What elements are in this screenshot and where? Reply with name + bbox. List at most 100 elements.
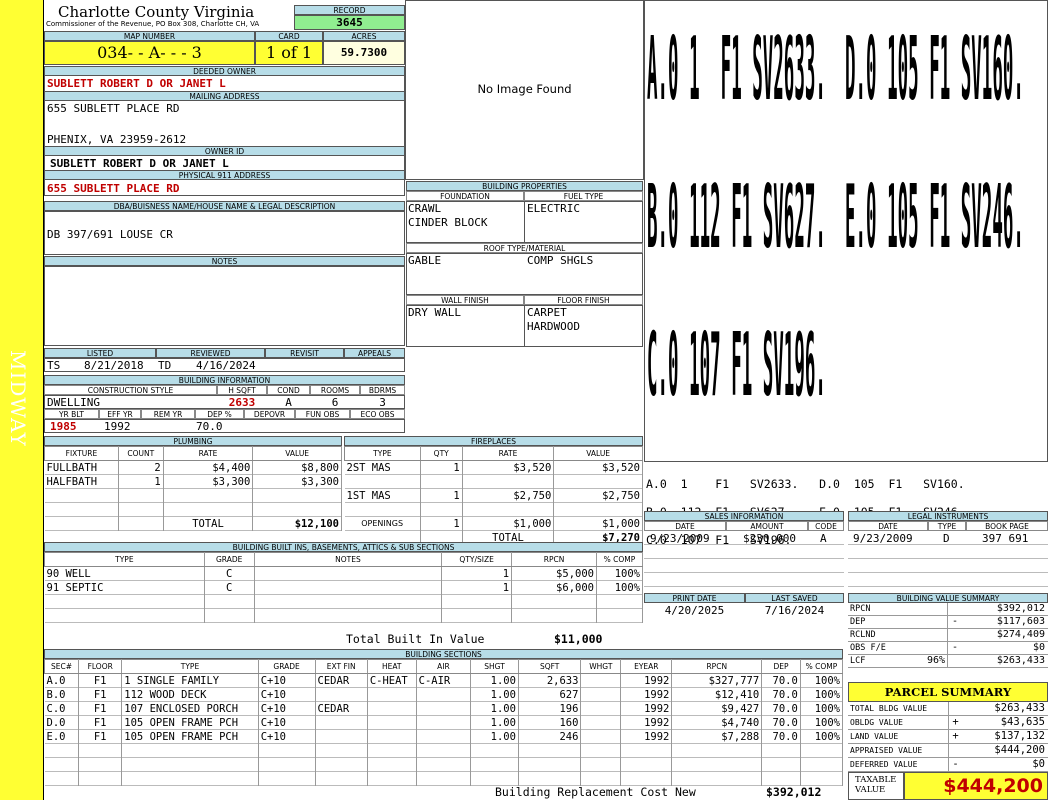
sketch-label: D.0 105 F1 SV160. bbox=[845, 17, 1024, 120]
cell bbox=[44, 502, 119, 517]
notes-box bbox=[44, 266, 405, 346]
cell: A.0 bbox=[646, 477, 667, 491]
legal-instruments-header: LEGAL INSTRUMENTS bbox=[848, 511, 1048, 521]
funobs-header: FUN OBS bbox=[295, 409, 350, 419]
cell: C-AIR bbox=[416, 673, 472, 688]
cell: QTY bbox=[419, 446, 463, 461]
acres-header: ACRES bbox=[323, 31, 405, 41]
table-row bbox=[344, 502, 643, 517]
divider bbox=[524, 201, 525, 243]
listed-header: LISTED bbox=[44, 348, 156, 358]
district-label: MIDWAY bbox=[6, 350, 30, 447]
cell: $263,433 bbox=[996, 655, 1045, 666]
cell bbox=[163, 502, 254, 517]
parcel-summary-row: DEFERRED VALUE - $0 bbox=[848, 758, 1048, 772]
cell: $5,000 bbox=[511, 566, 597, 581]
cell bbox=[580, 673, 622, 688]
table-row: C.0 F1 107 ENCLOSED PORCH C+10 CEDAR 1.00 196 1… bbox=[44, 701, 844, 716]
divider bbox=[524, 305, 525, 347]
cell bbox=[118, 488, 164, 503]
roof-box bbox=[406, 253, 643, 295]
table-row: OPENINGS 1 $1,000 $1,000 bbox=[344, 516, 643, 531]
cell: 1992 bbox=[620, 687, 673, 702]
cell bbox=[948, 603, 962, 615]
table-row bbox=[44, 488, 342, 503]
map-number: 034- - A- - - 3 bbox=[44, 41, 255, 65]
bdrms-header: BDRMS bbox=[360, 385, 405, 395]
floor-finish-2: HARDWOOD bbox=[527, 320, 580, 333]
cell bbox=[948, 702, 962, 715]
cell: TYPE bbox=[344, 446, 421, 461]
cell: 1ST MAS bbox=[344, 488, 421, 503]
cell bbox=[163, 488, 254, 503]
legal-type-col: TYPE bbox=[928, 521, 966, 531]
sales-date-col: DATE bbox=[644, 521, 726, 531]
cell: FULLBATH bbox=[44, 460, 119, 475]
cell: 1.00 bbox=[470, 687, 519, 702]
appeals-header: APPEALS bbox=[344, 348, 405, 358]
cell: $392,012 bbox=[996, 603, 1045, 614]
cell bbox=[416, 729, 472, 744]
fuel-type-header: FUEL TYPE bbox=[524, 191, 643, 201]
cell: C.0 bbox=[44, 701, 80, 716]
value-summary-row: OBS F/E - $0 bbox=[848, 642, 1048, 655]
cell: 105 OPEN FRAME PCH bbox=[121, 729, 259, 744]
cell: 160 bbox=[518, 715, 582, 730]
cell: RPCN bbox=[671, 659, 763, 674]
cell: 70.0 bbox=[761, 715, 801, 730]
cell: C-HEAT bbox=[367, 673, 417, 688]
cell: TOTAL BLDG VALUE bbox=[850, 704, 928, 713]
card-header: CARD bbox=[255, 31, 323, 41]
cell: 1 bbox=[420, 516, 463, 531]
no-image-text: No Image Found bbox=[477, 82, 572, 96]
cell: 1.00 bbox=[470, 673, 519, 688]
building-info-row-2 bbox=[44, 419, 405, 433]
value-summary-row: RCLND $274,409 bbox=[848, 629, 1048, 642]
legal-description: DB 397/691 LOUSE CR bbox=[47, 228, 173, 241]
cell: GRADE bbox=[257, 659, 316, 674]
floor-finish-1: CARPET bbox=[527, 306, 567, 319]
remyr-header: REM YR bbox=[141, 409, 195, 419]
table-row: 2ST MAS 1 $3,520 $3,520 bbox=[344, 460, 643, 475]
taxable-value-label: TAXABLE VALUE bbox=[848, 772, 904, 800]
table-row: A.0 F1 1 SINGLE FAMILY C+10 CEDAR C-HEAT C-AIR… bbox=[44, 673, 844, 688]
cell bbox=[252, 502, 342, 517]
cell: COUNT bbox=[117, 446, 164, 461]
notes-header: NOTES bbox=[44, 256, 405, 266]
cond-header: COND bbox=[267, 385, 310, 395]
depovr-header: DEPOVR bbox=[244, 409, 295, 419]
table-row: E.0 F1 105 OPEN FRAME PCH C+10 1.00 246 1992 $7… bbox=[44, 729, 844, 744]
cell: VALUE bbox=[553, 446, 643, 461]
sales-grid bbox=[644, 531, 844, 587]
value-summary: RPCN $392,012 DEP - $117,603 RCLND $274,409 OBS… bbox=[848, 603, 1048, 668]
table-row bbox=[344, 474, 643, 489]
cell: RPCN bbox=[850, 604, 871, 614]
cell: 1 bbox=[441, 580, 513, 595]
cell bbox=[553, 474, 643, 489]
cell: GRADE bbox=[203, 552, 255, 567]
cell: $1,000 bbox=[553, 516, 643, 531]
cell: LAND VALUE bbox=[850, 732, 899, 741]
cell: HEAT bbox=[366, 659, 417, 674]
cell: 246 bbox=[518, 729, 582, 744]
cell bbox=[252, 488, 342, 503]
cell: DEP bbox=[761, 659, 801, 674]
yrblt-header: YR BLT bbox=[44, 409, 99, 419]
cell bbox=[315, 715, 368, 730]
cell bbox=[416, 701, 472, 716]
fireplaces-table: TYPE QTY RATE VALUE 2ST MAS 1 $3,520 $3,520 1S… bbox=[344, 446, 643, 545]
cell: 1 bbox=[118, 474, 164, 489]
cell: $274,409 bbox=[996, 629, 1045, 640]
fireplaces-header: FIREPLACES bbox=[344, 436, 643, 446]
cell: LCF bbox=[850, 656, 866, 666]
cell: 1.00 bbox=[470, 729, 519, 744]
cell bbox=[44, 488, 119, 503]
cell: $2,750 bbox=[462, 488, 555, 503]
table-row: HALFBATH 1 $3,300 $3,300 bbox=[44, 474, 342, 489]
cell: 2ST MAS bbox=[344, 460, 421, 475]
cell bbox=[420, 502, 463, 517]
fuel-type-value: ELECTRIC bbox=[527, 202, 580, 215]
table-row: 1ST MAS 1 $2,750 $2,750 bbox=[344, 488, 643, 503]
cell bbox=[580, 729, 622, 744]
cell: 1 SINGLE FAMILY bbox=[121, 673, 259, 688]
